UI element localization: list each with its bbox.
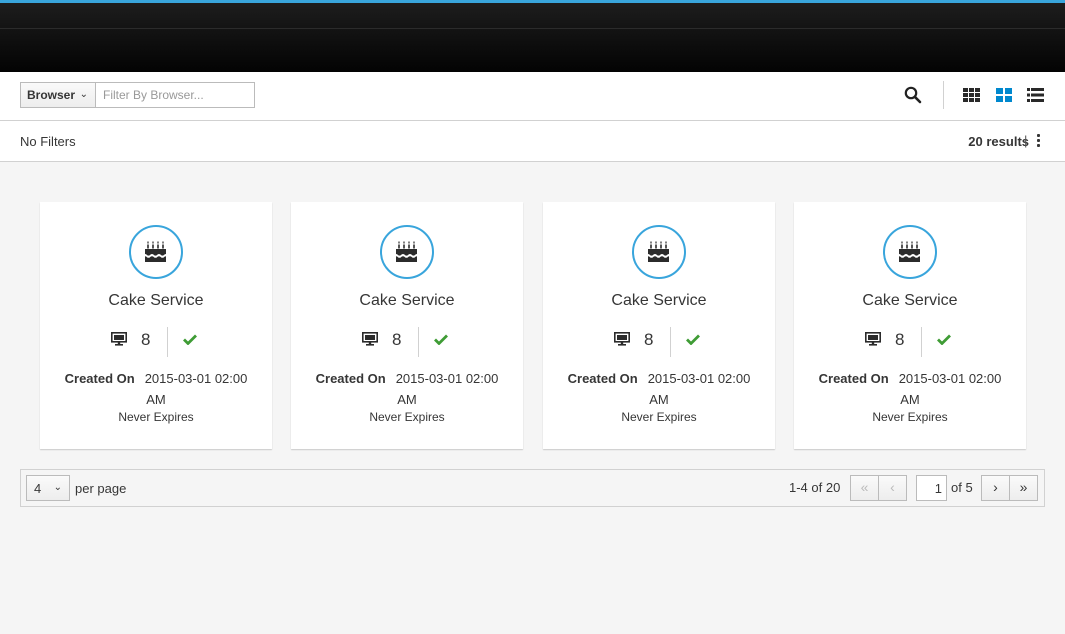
check-icon <box>686 334 700 345</box>
last-page-button[interactable]: » <box>1009 475 1038 501</box>
birthday-cake-icon <box>632 225 686 279</box>
card-info: 8 <box>794 327 1026 357</box>
filter-field-label: Browser <box>27 88 76 102</box>
service-card[interactable]: Cake Service 8 Created On 2015-03-01 02:0… <box>40 202 272 449</box>
card-title: Cake Service <box>862 292 958 309</box>
search-icon[interactable] <box>904 86 924 106</box>
created-label: Created On <box>567 371 638 386</box>
card-info: 8 <box>543 327 775 357</box>
check-icon <box>937 334 951 345</box>
card-title: Cake Service <box>611 292 707 309</box>
previous-page-button[interactable]: ‹ <box>878 475 907 501</box>
created-label: Created On <box>818 371 889 386</box>
card-title: Cake Service <box>359 292 455 309</box>
total-pages-label: of 5 <box>951 480 973 495</box>
created-label: Created On <box>315 371 386 386</box>
first-page-button[interactable]: « <box>850 475 879 501</box>
desktop-icon <box>614 332 630 346</box>
toolbar-separator <box>943 81 944 109</box>
created-value: 2015-03-01 02:00 AM <box>395 371 499 407</box>
card-count: 8 <box>392 330 402 349</box>
double-chevron-right-icon: » <box>1019 479 1028 495</box>
small-cards-view-icon[interactable] <box>963 88 981 104</box>
service-card[interactable]: Cake Service 8 Created On 2015-03-01 02:0… <box>543 202 775 449</box>
toolbar: Browser ⌄ <box>0 72 1065 121</box>
chevron-right-icon: › <box>993 479 998 495</box>
results-bar: No Filters 20 results | <box>0 121 1065 162</box>
card-expires: Never Expires <box>872 410 948 424</box>
per-page-value: 4 <box>34 481 42 496</box>
card-info: 8 <box>40 327 272 357</box>
card-title: Cake Service <box>108 292 204 309</box>
pagination-bar: 4 ⌄ per page 1-4 of 20 « ‹ of 5 › » <box>20 469 1045 507</box>
kebab-icon[interactable] <box>1034 134 1042 150</box>
current-page-input[interactable] <box>916 475 947 501</box>
card-created: Created On 2015-03-01 02:00 AM <box>808 368 1012 410</box>
large-cards-view-icon[interactable] <box>996 88 1014 104</box>
desktop-icon <box>362 332 378 346</box>
check-icon <box>183 334 197 345</box>
results-separator: | <box>1024 133 1028 148</box>
card-info-separator <box>418 327 419 357</box>
birthday-cake-icon <box>129 225 183 279</box>
active-filters-label: No Filters <box>20 134 76 149</box>
chevron-left-icon: ‹ <box>890 479 895 495</box>
results-count: 20 results <box>968 134 1029 149</box>
card-expires: Never Expires <box>118 410 194 424</box>
card-created: Created On 2015-03-01 02:00 AM <box>305 368 509 410</box>
card-info-separator <box>167 327 168 357</box>
card-created: Created On 2015-03-01 02:00 AM <box>557 368 761 410</box>
filter-field-select[interactable]: Browser ⌄ <box>20 82 96 108</box>
page-range-label: 1-4 of 20 <box>789 480 841 495</box>
card-expires: Never Expires <box>621 410 697 424</box>
double-chevron-left-icon: « <box>860 479 869 495</box>
card-count: 8 <box>644 330 654 349</box>
card-info-separator <box>921 327 922 357</box>
filter-input[interactable] <box>95 82 255 108</box>
created-value: 2015-03-01 02:00 AM <box>144 371 248 407</box>
created-value: 2015-03-01 02:00 AM <box>647 371 751 407</box>
created-value: 2015-03-01 02:00 AM <box>898 371 1002 407</box>
card-count: 8 <box>895 330 905 349</box>
desktop-icon <box>111 332 127 346</box>
check-icon <box>434 334 448 345</box>
list-view-icon[interactable] <box>1027 88 1045 104</box>
per-page-label: per page <box>75 481 127 496</box>
card-created: Created On 2015-03-01 02:00 AM <box>54 368 258 410</box>
chevron-down-icon: ⌄ <box>79 89 88 100</box>
created-label: Created On <box>64 371 135 386</box>
next-page-button[interactable]: › <box>981 475 1010 501</box>
masthead <box>0 0 1065 72</box>
service-card[interactable]: Cake Service 8 Created On 2015-03-01 02:0… <box>794 202 1026 449</box>
birthday-cake-icon <box>883 225 937 279</box>
per-page-select[interactable]: 4 ⌄ <box>26 475 70 501</box>
desktop-icon <box>865 332 881 346</box>
card-info-separator <box>670 327 671 357</box>
masthead-divider <box>0 28 1065 29</box>
chevron-down-icon: ⌄ <box>53 482 62 493</box>
card-count: 8 <box>141 330 151 349</box>
birthday-cake-icon <box>380 225 434 279</box>
card-expires: Never Expires <box>369 410 445 424</box>
service-card[interactable]: Cake Service 8 Created On 2015-03-01 02:0… <box>291 202 523 449</box>
card-info: 8 <box>291 327 523 357</box>
